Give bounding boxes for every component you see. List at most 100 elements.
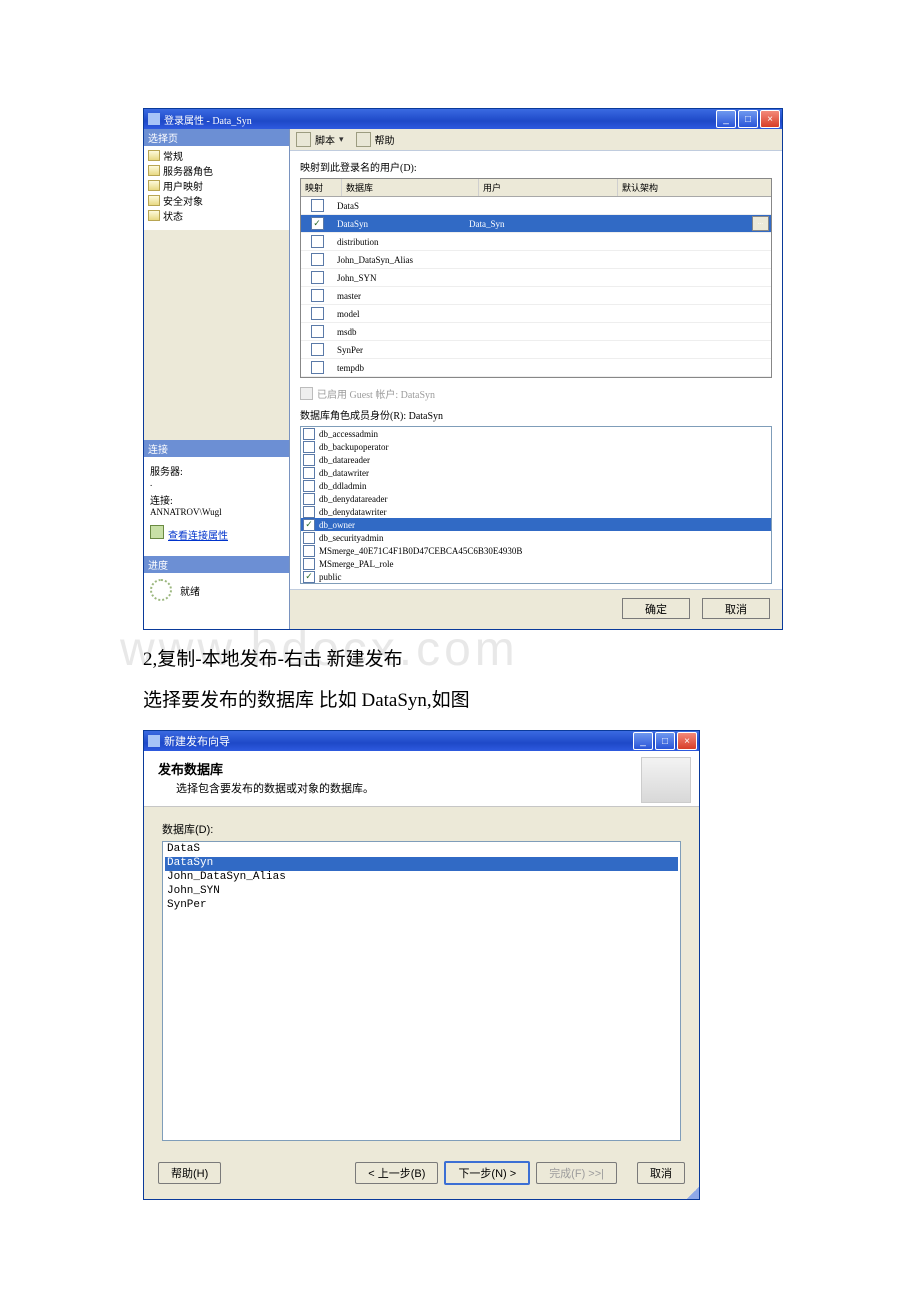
map-checkbox[interactable]: ✓	[311, 217, 324, 230]
map-checkbox[interactable]	[311, 289, 324, 302]
role-row[interactable]: db_ddladmin	[301, 479, 771, 492]
role-checkbox[interactable]	[303, 493, 315, 505]
list-item[interactable]: SynPer	[165, 899, 678, 913]
map-checkbox[interactable]	[311, 361, 324, 374]
list-item[interactable]: John_SYN	[165, 885, 678, 899]
wizard-maximize-button[interactable]: □	[655, 732, 675, 750]
role-checkbox[interactable]	[303, 428, 315, 440]
server-label: 服务器:	[150, 463, 283, 478]
wizard-titlebar[interactable]: 新建发布向导 _ □ ×	[144, 731, 699, 751]
role-checkbox[interactable]	[303, 454, 315, 466]
role-checkbox[interactable]: ✓	[303, 519, 315, 531]
cell-db: tempdb	[333, 363, 465, 373]
map-checkbox[interactable]	[311, 343, 324, 356]
map-checkbox[interactable]	[311, 253, 324, 266]
table-row[interactable]: SynPer	[301, 341, 771, 359]
table-row[interactable]: master	[301, 287, 771, 305]
role-row[interactable]: db_backupoperator	[301, 440, 771, 453]
map-checkbox[interactable]	[311, 271, 324, 284]
role-list[interactable]: db_accessadmindb_backupoperatordb_datare…	[300, 426, 772, 584]
dialog-footer: 确定 取消	[290, 589, 782, 629]
role-row[interactable]: ✓db_owner	[301, 518, 771, 531]
view-connection-link[interactable]: 查看连接属性	[168, 527, 228, 542]
table-row[interactable]: DataS	[301, 197, 771, 215]
list-item[interactable]: DataSyn	[165, 857, 678, 871]
cell-user: Data_Syn	[465, 219, 599, 229]
close-button[interactable]: ×	[760, 110, 780, 128]
cell-db: DataS	[333, 201, 465, 211]
map-checkbox[interactable]	[311, 199, 324, 212]
role-row[interactable]: db_denydatareader	[301, 492, 771, 505]
mapping-table-header: 映射 数据库 用户 默认架构	[301, 179, 771, 197]
titlebar[interactable]: 登录属性 - Data_Syn _ □ ×	[144, 109, 782, 129]
table-row[interactable]: model	[301, 305, 771, 323]
wizard-cancel-button[interactable]: 取消	[637, 1162, 685, 1184]
role-name: db_accessadmin	[319, 429, 378, 439]
server-value: .	[150, 478, 283, 488]
wizard-title: 新建发布向导	[164, 733, 230, 749]
list-item[interactable]: DataS	[165, 843, 678, 857]
role-row[interactable]: db_datawriter	[301, 466, 771, 479]
role-checkbox[interactable]	[303, 532, 315, 544]
wizard-back-button[interactable]: < 上一步(B)	[355, 1162, 438, 1184]
table-row[interactable]: msdb	[301, 323, 771, 341]
role-row[interactable]: MSmerge_PAL_role	[301, 557, 771, 570]
script-dropdown-icon[interactable]: ▾	[339, 134, 344, 145]
table-row[interactable]: ✓ DataSynData_Syn...	[301, 215, 771, 233]
script-button[interactable]: 脚本	[315, 132, 335, 147]
role-row[interactable]: db_accessadmin	[301, 427, 771, 440]
role-checkbox[interactable]	[303, 467, 315, 479]
role-name: db_denydatawriter	[319, 507, 386, 517]
role-checkbox[interactable]	[303, 480, 315, 492]
progress-spinner-icon	[150, 579, 172, 601]
cell-db: John_SYN	[333, 273, 465, 283]
ok-button[interactable]: 确定	[622, 598, 690, 619]
connection-label: 连接:	[150, 492, 283, 507]
role-checkbox[interactable]: ✓	[303, 571, 315, 583]
role-row[interactable]: ✓public	[301, 570, 771, 583]
link-icon	[150, 525, 164, 539]
role-row[interactable]: db_denydatawriter	[301, 505, 771, 518]
list-item[interactable]: John_DataSyn_Alias	[165, 871, 678, 885]
role-checkbox[interactable]	[303, 545, 315, 557]
wizard-close-button[interactable]: ×	[677, 732, 697, 750]
cell-db: DataSyn	[333, 219, 465, 229]
database-list[interactable]: DataSDataSynJohn_DataSyn_AliasJohn_SYNSy…	[162, 841, 681, 1141]
wizard-minimize-button[interactable]: _	[633, 732, 653, 750]
role-checkbox[interactable]	[303, 506, 315, 518]
col-db: 数据库	[342, 179, 479, 196]
role-checkbox[interactable]	[303, 558, 315, 570]
map-checkbox[interactable]	[311, 235, 324, 248]
table-row[interactable]: John_DataSyn_Alias	[301, 251, 771, 269]
help-button[interactable]: 帮助	[375, 132, 395, 147]
role-checkbox[interactable]	[303, 441, 315, 453]
role-row[interactable]: db_datareader	[301, 453, 771, 466]
table-row[interactable]: tempdb	[301, 359, 771, 377]
maximize-button[interactable]: □	[738, 110, 758, 128]
table-row[interactable]: John_SYN	[301, 269, 771, 287]
page-server-roles: 服务器角色	[144, 163, 289, 178]
role-row[interactable]: MSmerge_40E71C4F1B0D47CEBCA45C6B30E4930B	[301, 544, 771, 557]
role-name: db_denydatareader	[319, 494, 387, 504]
guest-label: 已启用 Guest 帐户: DataSyn	[317, 386, 435, 401]
role-name: db_securityadmin	[319, 533, 384, 543]
cancel-button[interactable]: 取消	[702, 598, 770, 619]
map-checkbox[interactable]	[311, 325, 324, 338]
resize-grip-icon[interactable]	[687, 1187, 699, 1199]
map-checkbox[interactable]	[311, 307, 324, 320]
minimize-button[interactable]: _	[716, 110, 736, 128]
wizard-finish-button: 完成(F) >>|	[536, 1162, 617, 1184]
left-panel: 选择页 常规 服务器角色 用户映射 安全对象 状态 连接 服务器: . 连接: …	[144, 129, 289, 629]
schema-browse-button[interactable]: ...	[752, 216, 769, 231]
page-tree[interactable]: 常规 服务器角色 用户映射 安全对象 状态	[144, 146, 289, 230]
mapping-table[interactable]: 映射 数据库 用户 默认架构 DataS ✓ DataSynData_Syn... d…	[300, 178, 772, 378]
table-row[interactable]: distribution	[301, 233, 771, 251]
wizard-help-button[interactable]: 帮助(H)	[158, 1162, 221, 1184]
role-name: MSmerge_PAL_role	[319, 559, 394, 569]
page-user-mapping: 用户映射	[144, 178, 289, 193]
role-row[interactable]: db_securityadmin	[301, 531, 771, 544]
progress-panel: 就绪	[144, 573, 289, 629]
connection-panel: 服务器: . 连接: ANNATROV\Wugl 查看连接属性	[144, 457, 289, 556]
guest-enabled-row: 已启用 Guest 帐户: DataSyn	[300, 386, 772, 401]
wizard-next-button[interactable]: 下一步(N) >	[444, 1161, 530, 1185]
